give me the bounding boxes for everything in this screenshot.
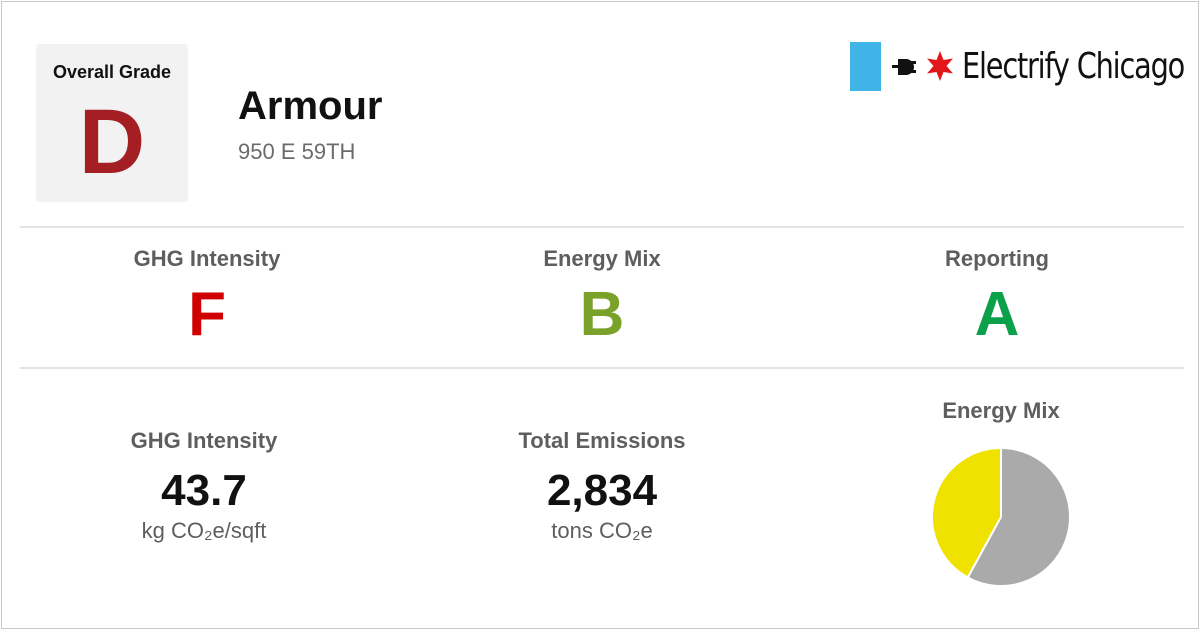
grade-letter: F	[188, 280, 226, 349]
grade-label: Reporting	[945, 246, 1049, 271]
grade-energy-mix: Energy Mix B	[452, 246, 752, 356]
stat-unit: kg CO₂e/sqft	[141, 518, 267, 543]
grade-letter: B	[579, 280, 625, 349]
stat-value: 2,834	[546, 466, 658, 515]
divider-top	[20, 226, 1184, 228]
grade-label: GHG Intensity	[133, 246, 281, 271]
stat-label: Total Emissions	[518, 428, 686, 453]
stat-label: GHG Intensity	[130, 428, 278, 453]
grade-letter: A	[974, 280, 1020, 349]
share-card: Overall Grade D Armour 950 E 59TH Electr…	[1, 1, 1199, 629]
energy-mix-title: Energy Mix	[942, 398, 1060, 423]
logo-text: Electrify Chicago	[962, 46, 1185, 87]
grade-label: Energy Mix	[543, 246, 661, 271]
overall-grade-label: Overall Grade	[52, 62, 172, 82]
building-address: 950 E 59TH	[238, 139, 356, 164]
stat-value: 43.7	[161, 466, 247, 515]
electrify-chicago-logo[interactable]: Electrify Chicago	[850, 42, 1185, 92]
building-name: Armour	[238, 84, 383, 128]
electric-plug-icon	[892, 59, 916, 75]
energy-mix-pie-chart	[931, 446, 1071, 587]
logo-square-icon	[850, 42, 881, 91]
chicago-star-icon	[927, 51, 953, 81]
grade-reporting: Reporting A	[847, 246, 1147, 356]
stat-ghg-intensity: GHG Intensity 43.7 kg CO₂e/sqft	[54, 428, 354, 544]
stat-unit: tons CO₂e	[551, 518, 653, 543]
overall-grade-box: Overall Grade D	[36, 44, 188, 202]
stat-total-emissions: Total Emissions 2,834 tons CO₂e	[452, 428, 752, 544]
grade-ghg-intensity: GHG Intensity F	[57, 246, 357, 356]
overall-grade-letter: D	[78, 91, 146, 193]
divider-middle	[20, 367, 1184, 369]
